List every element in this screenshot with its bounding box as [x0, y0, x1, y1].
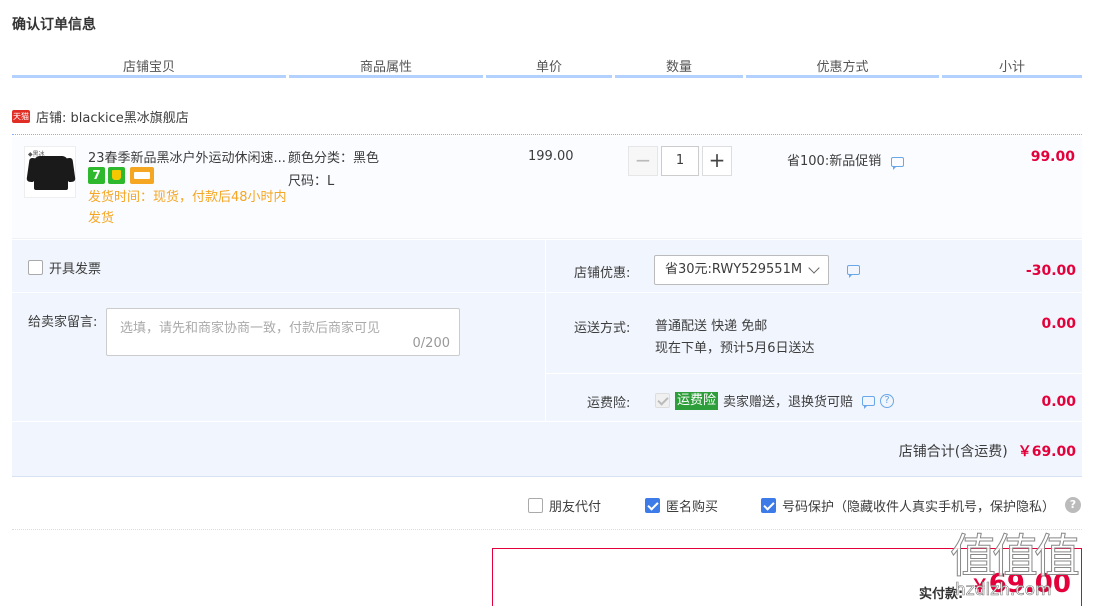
chat-icon[interactable] [862, 395, 876, 409]
divider [546, 292, 1082, 293]
watermark-logo: 值值值 [950, 529, 1081, 584]
quantity-stepper: − 1 + [628, 146, 732, 176]
ship-time: 发货时间：现货，付款后48小时内发货 [88, 190, 287, 226]
invoice-checkbox[interactable] [28, 260, 43, 275]
divider [12, 421, 1082, 422]
promo-text: 省100:新品促销 [787, 154, 882, 169]
shipping-eta: 现在下单，预计5月6日送达 [655, 341, 815, 356]
shipping-label: 运送方式: [574, 321, 631, 336]
coupon-amount: -30.00 [1025, 263, 1076, 279]
col-shop-item: 店铺宝贝 [12, 56, 286, 78]
anonymous-option[interactable]: 匿名购买 [645, 496, 718, 515]
divider [546, 373, 1082, 374]
seven-day-return-icon[interactable]: 7 [88, 167, 105, 184]
phone-protect-label: 号码保护（隐藏收件人真实手机号，保护隐私） [782, 500, 1056, 515]
qty-minus-button[interactable]: − [628, 146, 658, 176]
unit-price: 199.00 [528, 149, 574, 164]
order-item-row: ◆黑冰 23春季新品黑冰户外运动休闲速... 7 发货时间：现货，付款后48小时… [12, 137, 1082, 239]
tmall-icon: 天猫 [12, 109, 30, 123]
shop-name[interactable]: 店铺: blackice黑冰旗舰店 [36, 107, 189, 126]
anonymous-label: 匿名购买 [666, 500, 719, 515]
coupon-select[interactable]: 省30元:RWY529551M [654, 255, 829, 285]
help-icon[interactable]: ? [880, 393, 895, 408]
shirt-image [34, 156, 68, 190]
item-thumbnail[interactable]: ◆黑冰 [24, 146, 76, 198]
shipping-info: 普通配送 快递 免邮 现在下单，预计5月6日送达 [655, 316, 815, 360]
col-price: 单价 [486, 56, 612, 78]
divider [12, 529, 1082, 530]
message-placeholder: 选填，请先和商家协商一致，付款后商家可见 [120, 321, 381, 336]
message-label: 给卖家留言: [28, 315, 98, 330]
invoice-option[interactable]: 开具发票 [28, 258, 101, 277]
page-title: 确认订单信息 [12, 17, 96, 33]
invoice-label: 开具发票 [49, 262, 102, 277]
qty-plus-button[interactable]: + [702, 146, 732, 176]
message-input[interactable]: 选填，请先和商家协商一致，付款后商家可见 0/200 [106, 308, 460, 356]
insurance-info: 运费险 卖家赠送，退换货可赔 ? [655, 391, 895, 410]
friend-pay-option[interactable]: 朋友代付 [528, 496, 601, 515]
shipping-method: 普通配送 快递 免邮 [655, 319, 768, 334]
friend-pay-label: 朋友代付 [549, 500, 602, 515]
insurance-text: 卖家赠送，退换货可赔 [723, 395, 854, 410]
item-title[interactable]: 23春季新品黑冰户外运动休闲速... [88, 147, 288, 166]
insurance-amount: 0.00 [1041, 394, 1076, 410]
attr-color: 颜色分类：黑色 [288, 151, 380, 166]
credit-card-icon[interactable] [130, 167, 154, 184]
shop-total-amount: ￥69.00 [1017, 444, 1076, 460]
divider [12, 292, 545, 293]
watermark-url: hzdlzh.com [955, 580, 1052, 601]
chevron-down-icon [808, 262, 820, 274]
divider [12, 134, 1082, 135]
shop-total: 店铺合计(含运费) ￥69.00 [899, 441, 1076, 461]
phone-protect-option[interactable]: 号码保护（隐藏收件人真实手机号，保护隐私） [761, 496, 1055, 515]
help-icon[interactable]: ? [1065, 497, 1081, 513]
col-discount: 优惠方式 [746, 56, 939, 78]
phone-protect-checkbox[interactable] [761, 498, 776, 513]
message-char-count: 0/200 [412, 336, 450, 351]
insurance-tag: 运费险 [675, 391, 719, 410]
item-subtotal: 99.00 [1030, 149, 1075, 165]
anonymous-checkbox[interactable] [645, 498, 660, 513]
chat-icon[interactable] [847, 265, 860, 278]
divider [545, 240, 546, 421]
chat-icon[interactable] [891, 156, 905, 170]
col-subtotal: 小计 [942, 56, 1082, 78]
guarantee-icon[interactable] [108, 167, 125, 184]
shop-total-label: 店铺合计(含运费) [898, 444, 1008, 460]
qty-input[interactable]: 1 [661, 146, 699, 176]
service-badges: 7 [88, 167, 154, 184]
order-options-panel: 开具发票 给卖家留言: 选填，请先和商家协商一致，付款后商家可见 0/200 店… [12, 240, 1082, 477]
insurance-label: 运费险: [587, 396, 631, 411]
friend-pay-checkbox[interactable] [528, 498, 543, 513]
col-quantity: 数量 [615, 56, 743, 78]
attr-size: 尺码：L [288, 174, 335, 189]
insurance-checkbox [655, 393, 670, 408]
col-attributes: 商品属性 [289, 56, 483, 78]
coupon-label: 店铺优惠: [574, 266, 631, 281]
coupon-value: 省30元:RWY529551M [665, 262, 803, 277]
column-headers: 店铺宝贝 商品属性 单价 数量 优惠方式 小计 [12, 56, 1082, 78]
shop-header: 天猫 店铺: blackice黑冰旗舰店 [12, 107, 189, 126]
shipping-amount: 0.00 [1041, 316, 1076, 332]
promo-info: 省100:新品促销 [787, 150, 905, 170]
